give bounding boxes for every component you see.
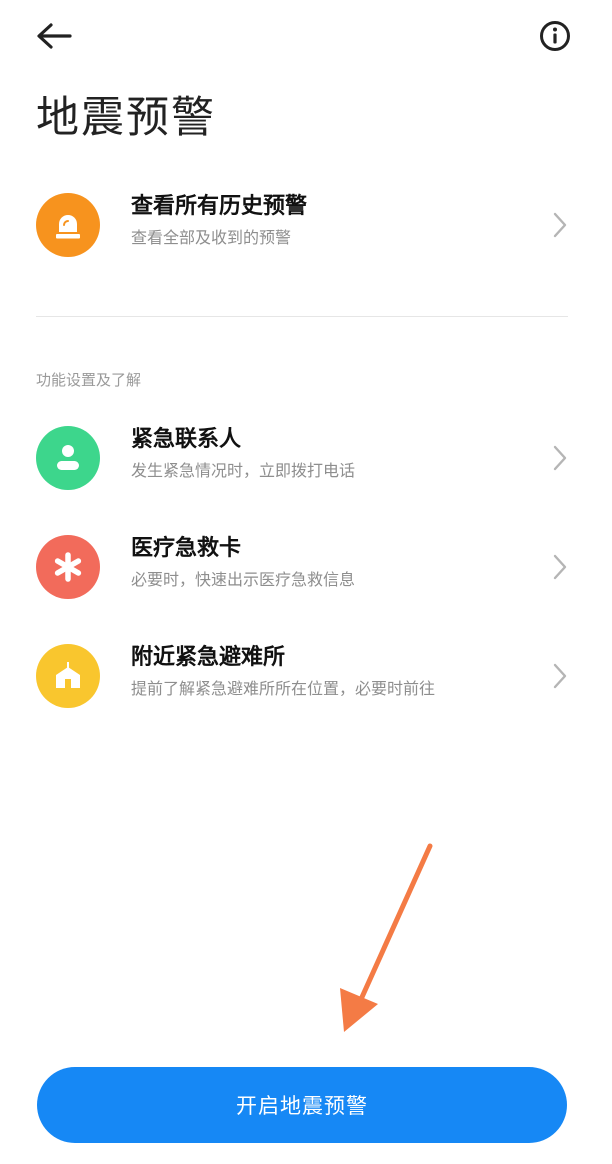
shelter-icon-badge: [36, 644, 100, 708]
chevron-right-icon: [548, 209, 572, 241]
info-button[interactable]: [532, 14, 578, 58]
shelter-subtitle: 提前了解紧急避难所所在位置，必要时前往: [131, 679, 436, 698]
history-subtitle: 查看全部及收到的预警: [131, 228, 292, 247]
medical-card-item[interactable]: 医疗急救卡 必要时，快速出示医疗急救信息: [0, 519, 612, 615]
contact-icon-badge: [36, 426, 100, 490]
medical-asterisk-icon: [54, 552, 82, 582]
annotation-arrow: [340, 843, 433, 1032]
history-alerts-item[interactable]: 查看所有历史预警 查看全部及收到的预警: [0, 177, 612, 273]
contact-title: 紧急联系人: [131, 427, 242, 452]
contact-person-icon: [57, 445, 79, 470]
shelter-title: 附近紧急避难所: [131, 645, 286, 670]
medical-icon-badge: [36, 535, 100, 599]
page-title: 地震预警: [36, 93, 216, 143]
alarm-light-icon: [56, 215, 80, 239]
enable-earthquake-alert-button[interactable]: 开启地震预警: [37, 1067, 567, 1143]
back-button[interactable]: [30, 14, 78, 58]
top-bar: [0, 0, 612, 80]
divider: [36, 316, 568, 317]
medical-subtitle: 必要时，快速出示医疗急救信息: [131, 570, 356, 589]
chevron-right-icon: [548, 660, 572, 692]
medical-title: 医疗急救卡: [131, 536, 242, 561]
section-label: 功能设置及了解: [36, 371, 142, 389]
shelter-house-icon: [56, 662, 80, 688]
history-title: 查看所有历史预警: [131, 194, 308, 219]
contact-subtitle: 发生紧急情况时，立即拨打电话: [131, 461, 356, 480]
nearby-shelter-item[interactable]: 附近紧急避难所 提前了解紧急避难所所在位置，必要时前往: [0, 628, 612, 724]
history-icon-badge: [36, 193, 100, 257]
info-icon: [540, 21, 570, 51]
chevron-right-icon: [548, 551, 572, 583]
back-arrow-icon: [37, 23, 72, 49]
chevron-right-icon: [548, 442, 572, 474]
emergency-contact-item[interactable]: 紧急联系人 发生紧急情况时，立即拨打电话: [0, 410, 612, 506]
